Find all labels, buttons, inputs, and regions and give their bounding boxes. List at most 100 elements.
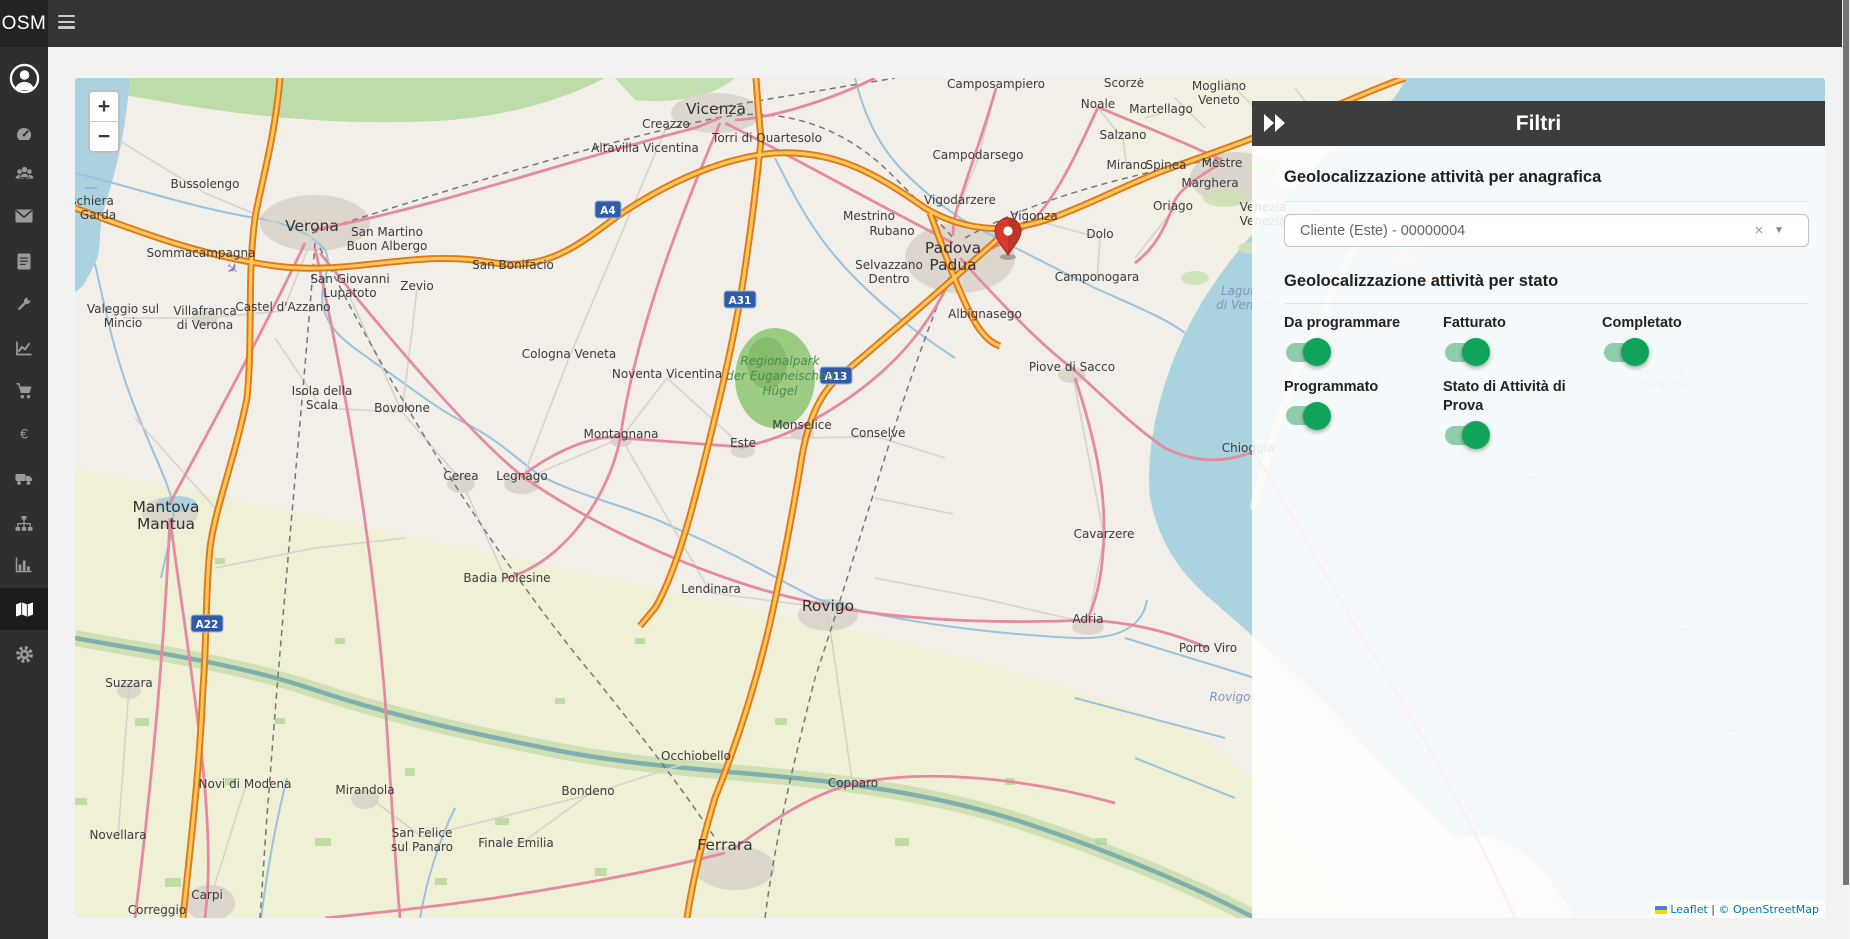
map-label: di Verona bbox=[177, 318, 233, 332]
sidebar-item-statistics[interactable] bbox=[0, 545, 48, 583]
map-label: Padua bbox=[929, 256, 976, 274]
user-avatar[interactable] bbox=[0, 61, 48, 95]
map-label: Legnago bbox=[496, 469, 547, 483]
map-label: Carpi bbox=[191, 888, 223, 902]
toggle-knob[interactable] bbox=[1621, 338, 1649, 366]
map-label: Hügel bbox=[763, 384, 799, 398]
sidebar-item-messages[interactable] bbox=[0, 197, 48, 235]
map-label: Regionalpark bbox=[740, 354, 820, 368]
map-label: San Giovanni bbox=[310, 272, 389, 286]
map-label: Scala bbox=[306, 398, 338, 412]
map-label: Villafranca bbox=[173, 304, 236, 318]
zoom-out-button[interactable]: − bbox=[90, 122, 118, 151]
toggle-knob[interactable] bbox=[1462, 421, 1490, 449]
map-label: Creazzo bbox=[642, 117, 690, 131]
map-label: Dentro bbox=[869, 272, 910, 286]
zoom-in-button[interactable]: + bbox=[90, 92, 118, 121]
sidebar-item-documents[interactable] bbox=[0, 242, 48, 280]
map-label: Sommacampagna bbox=[147, 246, 256, 260]
map-label: Camponogara bbox=[1055, 270, 1140, 284]
map-label: Cologna Veneta bbox=[522, 347, 617, 361]
map-label: Lendinara bbox=[681, 582, 741, 596]
map-label: Piove di Sacco bbox=[1029, 360, 1115, 374]
map-label: Montagnana bbox=[584, 427, 659, 441]
envelope-icon bbox=[15, 209, 33, 223]
map-canvas[interactable]: ✈ A4A31A13A22 VeronaVicenzaPadovaPaduaRo… bbox=[75, 78, 1825, 918]
leaflet-link[interactable]: Leaflet bbox=[1670, 903, 1707, 916]
document-icon bbox=[17, 253, 31, 270]
map-label: Dolo bbox=[1086, 227, 1113, 241]
toggle-knob[interactable] bbox=[1303, 338, 1331, 366]
collapse-panel-button[interactable] bbox=[1262, 111, 1290, 136]
bar-chart-icon bbox=[15, 556, 33, 573]
toggle-label: Stato di Attività di Prova bbox=[1443, 378, 1593, 417]
map-label: Buon Albergo bbox=[347, 239, 428, 253]
map-attribution: Leaflet | © OpenStreetMap bbox=[1650, 901, 1825, 918]
map-label: Oriago bbox=[1153, 199, 1193, 213]
chevron-down-icon[interactable]: ▼ bbox=[1774, 225, 1808, 236]
toggle-switch[interactable] bbox=[1286, 343, 1328, 362]
status-toggle-grid: Da programmareFatturatoCompletatoProgram… bbox=[1284, 314, 1809, 445]
sidebar-item-hierarchy[interactable] bbox=[0, 504, 48, 542]
sidebar-item-tools[interactable] bbox=[0, 285, 48, 323]
clear-selection-icon[interactable]: × bbox=[1744, 222, 1774, 239]
map-label: Mincio bbox=[104, 316, 143, 330]
toggle-switch[interactable] bbox=[1604, 343, 1646, 362]
motorway-badge: A22 bbox=[191, 615, 223, 632]
toggle-knob[interactable] bbox=[1462, 338, 1490, 366]
sidebar-item-logistics[interactable] bbox=[0, 459, 48, 497]
map-label: Copparo bbox=[828, 776, 878, 790]
map-label: Este bbox=[730, 436, 756, 450]
svg-text:A31: A31 bbox=[729, 295, 752, 307]
map-label: Zevio bbox=[400, 279, 433, 293]
toggle-switch[interactable] bbox=[1445, 426, 1487, 445]
toggle-switch[interactable] bbox=[1286, 406, 1328, 425]
section-heading-anagrafica: Geolocalizzazione attività per anagrafic… bbox=[1284, 168, 1601, 187]
map-label: Vigonza bbox=[1010, 209, 1058, 223]
map-label: Torri di Quartesolo bbox=[711, 131, 822, 145]
map-label: Vigodarzere bbox=[924, 193, 996, 207]
motorway-badge: A4 bbox=[595, 201, 621, 218]
map-label: Badia Polesine bbox=[463, 571, 550, 585]
map-label: Padova bbox=[925, 239, 981, 257]
sidebar-item-dashboard[interactable] bbox=[0, 115, 48, 153]
map-label: Scorzè bbox=[1104, 78, 1144, 90]
map-label: Porto Viro bbox=[1179, 641, 1237, 655]
map-label: San Felice bbox=[392, 826, 453, 840]
map-label: Salzano bbox=[1100, 128, 1147, 142]
euro-icon: € bbox=[15, 425, 33, 443]
page-scrollbar bbox=[1842, 0, 1850, 939]
gear-icon bbox=[15, 645, 34, 664]
map-label: Novellara bbox=[89, 828, 146, 842]
sidebar-item-map[interactable] bbox=[0, 588, 48, 630]
sidebar-item-billing[interactable]: € bbox=[0, 415, 48, 453]
map-label: Bondeno bbox=[561, 784, 614, 798]
openstreetmap-link[interactable]: © OpenStreetMap bbox=[1718, 903, 1819, 916]
toggle-switch[interactable] bbox=[1445, 343, 1487, 362]
sidebar: € bbox=[0, 47, 48, 939]
sidebar-item-users[interactable] bbox=[0, 154, 48, 192]
map-label: Isola della bbox=[292, 384, 353, 398]
map-label: San Martino bbox=[351, 225, 423, 239]
toggle-label: Da programmare bbox=[1284, 314, 1434, 334]
map-label: Vicenza bbox=[686, 100, 746, 118]
attribution-separator: | bbox=[1708, 903, 1719, 916]
sidebar-item-orders[interactable] bbox=[0, 372, 48, 410]
chart-line-icon bbox=[15, 339, 33, 357]
sidebar-item-reports[interactable] bbox=[0, 329, 48, 367]
menu-toggle-icon[interactable] bbox=[58, 15, 75, 32]
map-label: Campodarsego bbox=[933, 148, 1024, 162]
user-circle-icon bbox=[9, 63, 40, 94]
map-label: Camposampiero bbox=[947, 78, 1045, 91]
svg-text:A4: A4 bbox=[600, 205, 615, 217]
anagrafica-select[interactable]: Cliente (Este) - 00000004 × ▼ bbox=[1284, 214, 1809, 247]
toggle-label: Completato bbox=[1602, 314, 1752, 334]
map-label: Noale bbox=[1081, 97, 1115, 111]
map-label: Suzzara bbox=[105, 676, 152, 690]
page-scrollbar-thumb[interactable] bbox=[1843, 0, 1849, 885]
map-label: Spinea bbox=[1146, 158, 1187, 172]
toggle-knob[interactable] bbox=[1303, 402, 1331, 430]
top-bar: OSM bbox=[0, 0, 1850, 47]
map-label: Rovigo bbox=[802, 597, 854, 615]
sidebar-item-settings[interactable] bbox=[0, 635, 48, 673]
